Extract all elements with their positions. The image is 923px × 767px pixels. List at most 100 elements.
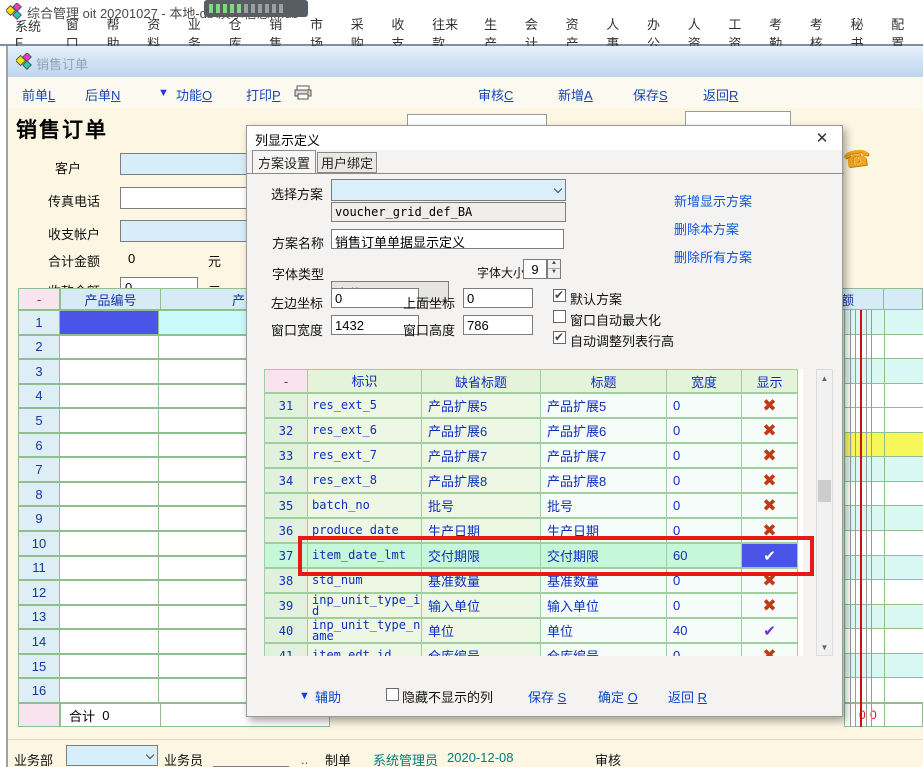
definition-cell-default-title[interactable]: 产品扩展6 [421,418,541,443]
dialog-save-button[interactable]: 保存 S [528,687,566,706]
definition-cell-width[interactable]: 0 [666,643,742,656]
scrollbar-up-icon[interactable]: ▲ [817,370,832,386]
definition-row[interactable]: 34res_ext_8产品扩展8产品扩展80✖ [264,468,798,493]
prev-order-button[interactable]: 前单L [22,85,55,104]
order-row-number[interactable]: 14 [18,629,60,654]
order-cell-product-code[interactable] [59,654,159,679]
scheme-select[interactable] [331,179,566,201]
definition-cell-title[interactable]: 产品扩展8 [540,468,667,493]
dialog-ok-button[interactable]: 确定 O [598,687,638,706]
definition-cell-visible[interactable]: ✔ [741,618,798,643]
tab-scheme-settings[interactable]: 方案设置 [252,150,316,173]
definition-row-number[interactable]: 31 [264,393,308,418]
definition-cell-visible[interactable]: ✖ [741,593,798,618]
definition-cell-default-title[interactable]: 输入单位 [421,593,541,618]
order-cell-product-code[interactable] [59,433,159,458]
scheme-name-input[interactable]: 销售订单单据显示定义 [331,229,564,249]
spinner-up-icon[interactable]: ▲ [548,260,560,269]
order-row-number[interactable]: 8 [18,482,60,507]
grid-header-default-title[interactable]: 缺省标题 [421,369,541,393]
order-row-number[interactable]: 16 [18,678,60,703]
return-button[interactable]: 返回R [703,85,738,104]
definition-row[interactable]: 31res_ext_5产品扩展5产品扩展50✖ [264,393,798,418]
order-row-number[interactable]: 13 [18,605,60,630]
hide-columns-checkbox[interactable] [386,688,399,701]
definition-cell-title[interactable]: 单位 [540,618,667,643]
definition-cell-visible[interactable]: ✖ [741,643,798,656]
order-row-number[interactable]: 9 [18,506,60,531]
definition-cell-title[interactable]: 产品扩展5 [540,393,667,418]
definition-row-number[interactable]: 39 [264,593,308,618]
auxiliary-button[interactable]: 辅助 [315,687,341,706]
definition-cell-width[interactable]: 0 [666,493,742,518]
order-cell-product-code[interactable] [59,629,159,654]
delete-scheme-link[interactable]: 删除本方案 [674,219,739,238]
definition-cell-title[interactable]: 批号 [540,493,667,518]
order-row-number[interactable]: 6 [18,433,60,458]
dialog-return-button[interactable]: 返回 R [668,687,707,706]
order-cell-product-code[interactable] [59,310,159,335]
grid-header-title[interactable]: 标题 [540,369,667,393]
grid-header-id[interactable]: 标识 [307,369,422,393]
definition-cell-id[interactable]: res_ext_6 [307,418,422,443]
definition-cell-width[interactable]: 40 [666,618,742,643]
grid-header-visible[interactable]: 显示 [741,369,798,393]
audit-button[interactable]: 审核C [478,85,513,104]
order-cell-product-code[interactable] [59,580,159,605]
scrollbar-down-icon[interactable]: ▼ [817,639,832,655]
definition-cell-width[interactable]: 0 [666,468,742,493]
order-row-number[interactable]: 5 [18,408,60,433]
order-row-number[interactable]: 2 [18,335,60,360]
order-cell-product-code[interactable] [59,359,159,384]
order-cell-product-code[interactable] [59,482,159,507]
order-cell-product-code[interactable] [59,457,159,482]
add-button[interactable]: 新增A [558,85,593,104]
order-cell-product-code[interactable] [59,678,159,703]
top-coord-input[interactable]: 0 [463,288,533,308]
order-cell-product-code[interactable] [59,335,159,360]
definition-cell-default-title[interactable]: 产品扩展7 [421,443,541,468]
auto-row-height-checkbox[interactable] [553,331,566,344]
order-grid-header-extra[interactable] [883,288,923,310]
definition-cell-default-title[interactable]: 单位 [421,618,541,643]
order-row-number[interactable]: 10 [18,531,60,556]
default-scheme-checkbox[interactable] [553,289,566,302]
grid-scrollbar[interactable]: ▲ ▼ [816,369,833,656]
font-size-spinner[interactable]: ▲ ▼ [547,259,561,279]
definition-row-number[interactable]: 34 [264,468,308,493]
next-order-button[interactable]: 后单N [85,85,120,104]
definition-cell-default-title[interactable]: 批号 [421,493,541,518]
spinner-down-icon[interactable]: ▼ [548,269,560,278]
order-cell-product-code[interactable] [59,531,159,556]
menu-item[interactable]: 系统 F [6,16,57,50]
definition-cell-visible[interactable]: ✖ [741,493,798,518]
order-row-number[interactable]: 11 [18,556,60,581]
definition-cell-title[interactable]: 仓库编号 [540,643,667,656]
functions-button[interactable]: 功能O [176,85,212,104]
window-height-input[interactable]: 786 [463,315,533,335]
definition-cell-id[interactable]: batch_no [307,493,422,518]
order-row-number[interactable]: 12 [18,580,60,605]
save-button[interactable]: 保存S [633,85,668,104]
order-cell-product-code[interactable] [59,408,159,433]
order-cell-product-code[interactable] [59,506,159,531]
definition-row[interactable]: 35batch_no批号批号0✖ [264,493,798,518]
definition-cell-visible[interactable]: ✖ [741,393,798,418]
definition-cell-id[interactable]: res_ext_5 [307,393,422,418]
add-scheme-link[interactable]: 新增显示方案 [674,191,752,210]
definition-cell-default-title[interactable]: 仓库编号 [421,643,541,656]
delete-all-schemes-link[interactable]: 删除所有方案 [674,247,752,266]
definition-cell-title[interactable]: 产品扩展6 [540,418,667,443]
definition-row[interactable]: 40inp_unit_type_name单位单位40✔ [264,618,798,643]
order-cell-product-code[interactable] [59,556,159,581]
order-row-number[interactable]: 7 [18,457,60,482]
order-cell-product-code[interactable] [59,384,159,409]
grid-header-width[interactable]: 宽度 [666,369,742,393]
definition-cell-title[interactable]: 输入单位 [540,593,667,618]
definition-cell-visible[interactable]: ✖ [741,418,798,443]
grid-header-mark[interactable]: - [264,369,308,393]
order-row-number[interactable]: 3 [18,359,60,384]
order-row-number[interactable]: 1 [18,310,60,335]
order-row-number[interactable]: 15 [18,654,60,679]
close-icon[interactable]: ✕ [811,129,833,147]
